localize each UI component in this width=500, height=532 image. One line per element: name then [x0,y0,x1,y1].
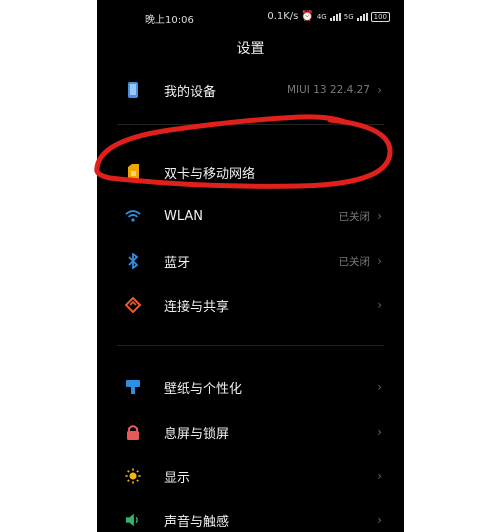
row-label: 声音与触感 [164,514,230,530]
wallpaper-icon [125,379,141,395]
row-display[interactable]: 显示 › [97,454,404,498]
chevron-right-icon: › [377,513,382,527]
row-lock-screen[interactable]: 息屏与锁屏 › [97,410,404,454]
share-icon [125,297,141,313]
net-type: 4G [316,12,327,21]
divider [117,345,384,346]
row-label: 连接与共享 [164,299,230,315]
row-my-device[interactable]: 我的设备 MIUI 13 22.4.27 › [97,68,404,112]
speaker-icon [125,512,141,528]
battery-level: 100 [373,12,387,21]
row-sound[interactable]: 声音与触感 › [97,498,404,532]
chevron-right-icon: › [377,469,382,483]
net-type-2: 5G [343,12,354,21]
chevron-right-icon: › [377,298,382,312]
phone-icon [125,82,141,98]
row-wlan[interactable]: WLAN 已关闭 › [97,194,404,238]
row-label: 壁纸与个性化 [164,381,243,397]
signal-icon-2 [356,12,368,21]
chevron-right-icon: › [377,425,382,439]
row-sim-network[interactable]: 双卡与移动网络 [97,150,404,194]
row-bluetooth[interactable]: 蓝牙 已关闭 › [97,239,404,283]
net-speed: 0.1K/s [267,11,299,22]
chevron-right-icon: › [377,83,382,97]
row-label: 我的设备 [164,84,217,100]
sim-card-icon [125,164,141,180]
row-label: WLAN [164,208,204,224]
page-title: 设置 [236,41,265,57]
chevron-right-icon: › [377,254,382,268]
row-label: 双卡与移动网络 [164,166,256,182]
status-right: 0.1K/s ⏰ 4G 5G 100 [267,11,390,22]
status-time: 晚上10:06 [145,15,194,26]
signal-icon [329,12,341,21]
settings-screen: 晚上10:06 0.1K/s ⏰ 4G 5G 100 设置 我的设备 MIUI … [97,0,404,532]
row-label: 蓝牙 [164,255,191,271]
row-connection-sharing[interactable]: 连接与共享 › [97,283,404,327]
row-label: 息屏与锁屏 [164,426,230,442]
battery-icon: 100 [370,11,390,22]
status-bar: 晚上10:06 0.1K/s ⏰ 4G 5G 100 [97,0,404,32]
row-value: 已关闭 [338,255,371,268]
row-value: MIUI 13 22.4.27 [286,84,370,96]
wifi-icon [125,208,141,224]
row-label: 显示 [164,470,191,486]
chevron-right-icon: › [377,380,382,394]
alarm-icon: ⏰ [301,11,314,22]
lock-icon [125,424,141,440]
row-value: 已关闭 [338,210,371,223]
divider [117,124,384,125]
sun-icon [125,468,141,484]
bluetooth-icon [125,253,141,269]
row-wallpaper[interactable]: 壁纸与个性化 › [97,365,404,409]
chevron-right-icon: › [377,209,382,223]
